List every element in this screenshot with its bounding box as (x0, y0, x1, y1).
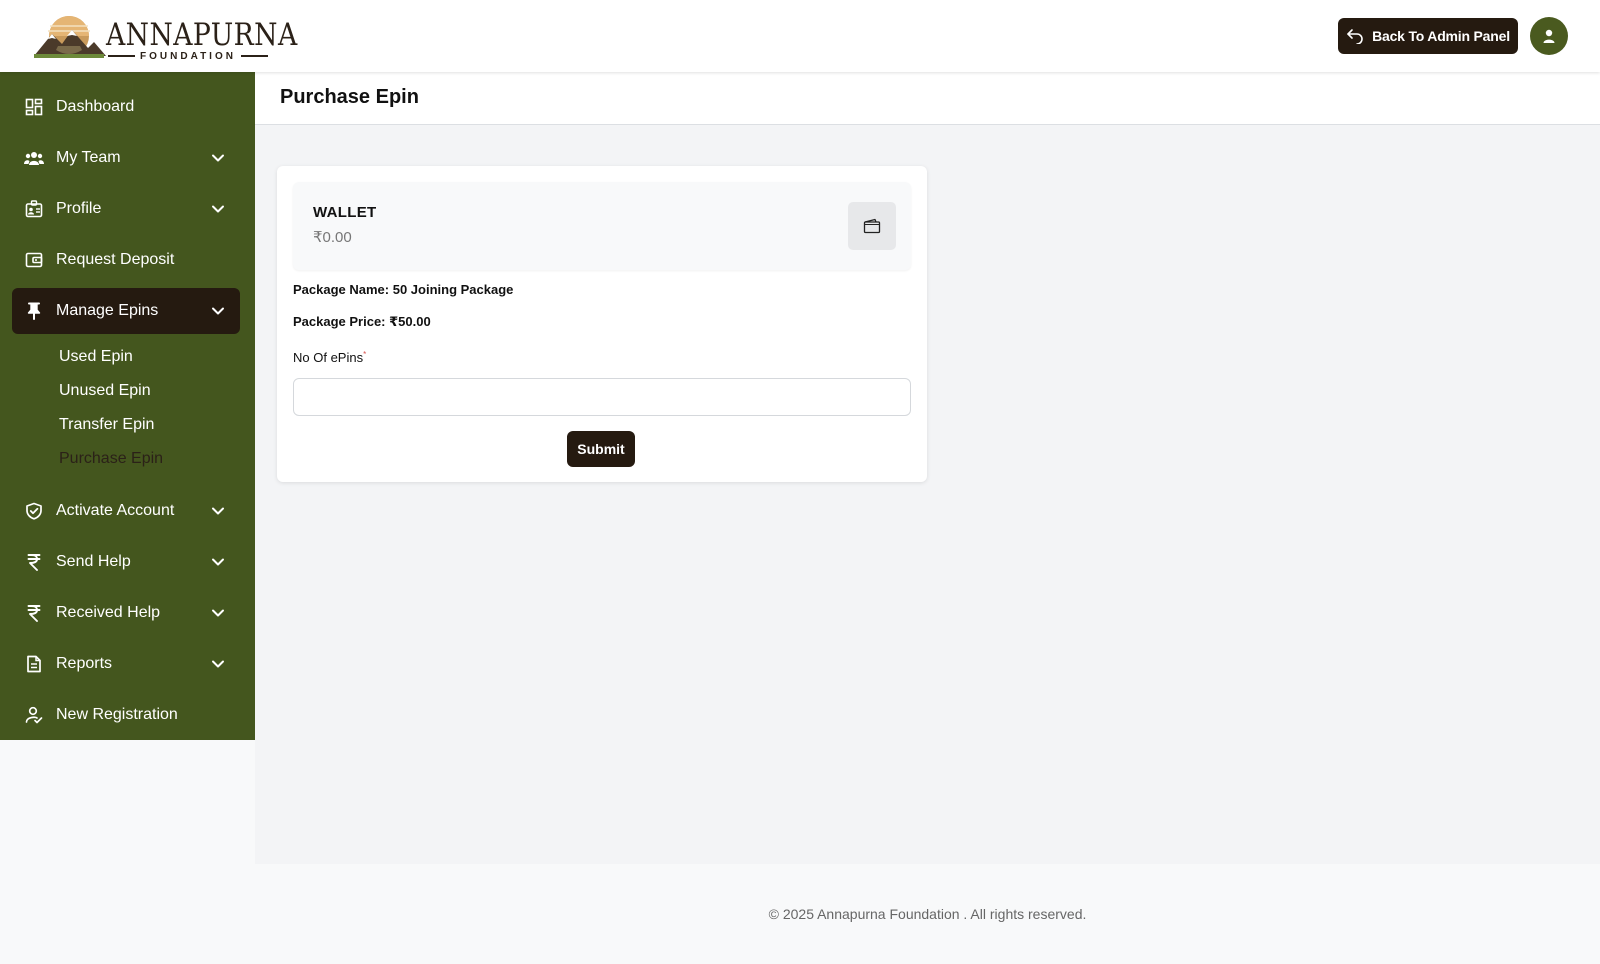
sidebar-item-label: Send Help (56, 553, 131, 570)
rupee-icon (24, 552, 44, 572)
top-header: ANNAPURNA FOUNDATION Back To Admin Panel (0, 0, 1600, 72)
sidebar-item-manage-epins[interactable]: Manage Epins (12, 288, 240, 334)
chevron-down-icon (210, 201, 226, 217)
sidebar-subitem-used-epin[interactable]: Used Epin (59, 345, 133, 369)
sidebar-item-label: Reports (56, 655, 113, 672)
main-content: Purchase Epin WALLET ₹0.00 Package Name:… (255, 72, 1600, 864)
shield-check-icon (24, 501, 44, 521)
purchase-epin-card: WALLET ₹0.00 Package Name: 50 Joining Pa… (277, 166, 927, 482)
sidebar-item-dashboard[interactable]: Dashboard (12, 84, 240, 130)
sidebar-item-reports[interactable]: Reports (12, 641, 240, 687)
sidebar-item-label: Profile (56, 200, 102, 217)
epins-count-input[interactable] (293, 378, 911, 416)
chevron-down-icon (210, 503, 226, 519)
dashboard-icon (24, 97, 44, 117)
package-name: Package Name: 50 Joining Package (293, 282, 514, 297)
copyright-text: © 2025 Annapurna Foundation . All rights… (768, 906, 1087, 922)
sidebar-item-send-help[interactable]: Send Help (12, 539, 240, 585)
sidebar-item-activate-account[interactable]: Activate Account (12, 488, 240, 534)
back-to-admin-label: Back To Admin Panel (1372, 28, 1510, 44)
divider (240, 55, 269, 57)
mountain-logo-icon (34, 16, 106, 58)
page-title: Purchase Epin (280, 86, 419, 108)
sidebar-subitem-unused-epin[interactable]: Unused Epin (59, 379, 151, 403)
sidebar-subitem-transfer-epin[interactable]: Transfer Epin (59, 413, 154, 437)
wallet-title: WALLET (313, 204, 377, 221)
back-arrow-icon (1347, 29, 1363, 44)
wallet-icon (24, 250, 44, 270)
chevron-down-icon (210, 150, 226, 166)
sidebar-subitem-purchase-epin[interactable]: Purchase Epin (59, 447, 163, 471)
epins-count-label-text: No Of ePins (293, 350, 364, 365)
brand-name: ANNAPURNA (106, 17, 298, 53)
sidebar-item-label: Dashboard (56, 98, 135, 115)
sidebar-item-label: Received Help (56, 604, 161, 621)
sidebar-item-my-team[interactable]: My Team (12, 135, 240, 181)
sidebar-item-label: Manage Epins (56, 302, 159, 319)
footer: © 2025 Annapurna Foundation . All rights… (255, 864, 1600, 964)
sidebar-item-profile[interactable]: Profile (12, 186, 240, 232)
submit-button[interactable]: Submit (567, 431, 635, 467)
sidebar-item-new-registration[interactable]: New Registration (12, 692, 240, 738)
required-mark: * (363, 350, 367, 359)
sidebar: Dashboard My Team Profile Request Deposi… (0, 72, 255, 740)
user-avatar[interactable] (1530, 17, 1568, 55)
pin-icon (24, 301, 44, 321)
divider (108, 55, 136, 57)
epins-count-label: No Of ePins* (293, 350, 366, 365)
sidebar-item-label: New Registration (56, 706, 178, 723)
sidebar-item-label: My Team (56, 149, 121, 166)
document-icon (24, 654, 44, 674)
wallet-icon-box (848, 202, 896, 250)
sidebar-item-received-help[interactable]: Received Help (12, 590, 240, 636)
wallet-icon (863, 218, 881, 234)
user-icon (1543, 29, 1555, 43)
rupee-icon (24, 603, 44, 623)
back-to-admin-button[interactable]: Back To Admin Panel (1338, 18, 1518, 54)
profile-icon (24, 199, 44, 219)
team-icon (24, 148, 44, 168)
page-header: Purchase Epin (255, 72, 1600, 125)
package-price: Package Price: ₹50.00 (293, 314, 431, 329)
sidebar-item-label: Request Deposit (56, 251, 175, 268)
sidebar-item-label: Activate Account (56, 502, 175, 519)
sidebar-item-request-deposit[interactable]: Request Deposit (12, 237, 240, 283)
add-user-icon (24, 705, 44, 725)
chevron-down-icon (210, 554, 226, 570)
brand-logo[interactable]: ANNAPURNA FOUNDATION (32, 14, 297, 62)
brand-subtitle-row: FOUNDATION (108, 50, 269, 62)
brand-subtitle: FOUNDATION (140, 50, 236, 62)
wallet-summary: WALLET ₹0.00 (293, 182, 911, 270)
chevron-down-icon (210, 303, 226, 319)
chevron-down-icon (210, 656, 226, 672)
chevron-down-icon (210, 605, 226, 621)
wallet-balance: ₹0.00 (313, 229, 352, 246)
